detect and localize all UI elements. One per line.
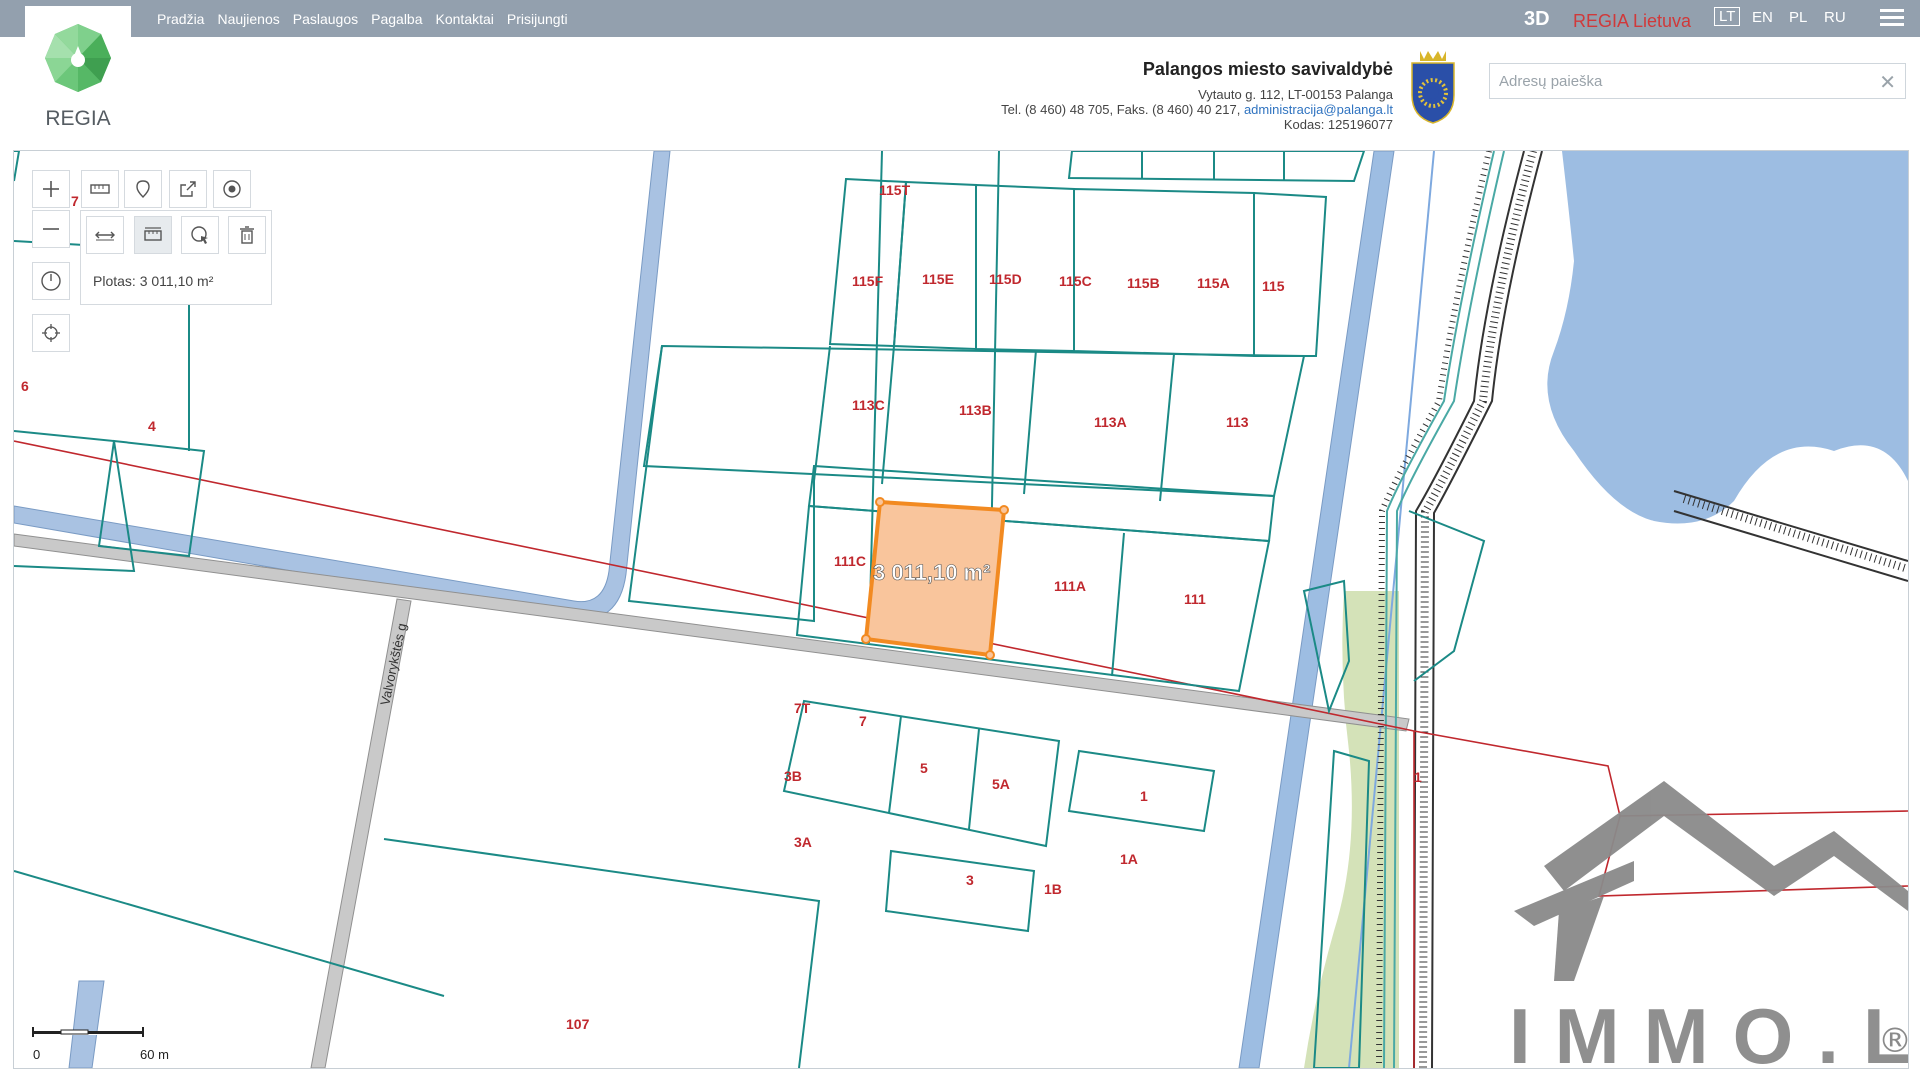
arrows-horizontal-icon [95, 231, 115, 241]
nav-item-naujienos[interactable]: Naujienos [217, 11, 279, 27]
cursor-globe-icon [191, 226, 208, 244]
municipality-code: Kodas: 125196077 [1283, 117, 1393, 132]
parcel-label: 5A [992, 776, 1010, 792]
small-road [68, 980, 105, 1068]
nav-item-prisijungti[interactable]: Prisijungti [507, 11, 568, 27]
watermark-logo-icon [1514, 781, 1908, 981]
parcel-label: 1 [1140, 788, 1148, 804]
address-search-input[interactable] [1490, 64, 1859, 98]
plus-icon [43, 181, 59, 197]
measure-line-button[interactable] [86, 216, 124, 254]
zoom-in-button[interactable] [32, 170, 70, 208]
parcel-label: 4 [148, 418, 156, 434]
hamburger-menu-icon[interactable] [1880, 9, 1904, 29]
nav-item-kontaktai[interactable]: Kontaktai [436, 11, 494, 27]
parcel-label: 111A [1054, 578, 1086, 594]
map-layer: 115T 115F 115E 115D 115C 115B 115A 115 1… [14, 151, 1908, 1068]
parcel-label: 3B [784, 768, 802, 784]
watermark-text: IMMO.LT [1509, 992, 1908, 1069]
parcel-label: 113C [852, 397, 885, 413]
parcel-label: 115F [852, 273, 884, 289]
share-button[interactable] [169, 170, 207, 208]
lang-pl[interactable]: PL [1789, 9, 1807, 26]
parcel-label: 1A [1120, 851, 1138, 867]
parcel-label: 115D [989, 271, 1022, 287]
main-nav: Pradžia Naujienos Paslaugos Pagalba Kont… [157, 0, 581, 37]
parcel-label: 3A [794, 834, 812, 850]
marker-button[interactable] [124, 170, 162, 208]
zoom-out-button[interactable] [32, 210, 70, 248]
clock-icon [41, 271, 61, 291]
municipality-phone: Tel. (8 460) 48 705, Faks. (8 460) 40 21… [1001, 102, 1241, 117]
address-search: ✕ [1489, 63, 1906, 99]
logo-text: REGIA [45, 107, 111, 130]
parcel-label: 115C [1059, 273, 1092, 289]
municipality-email[interactable]: administracija@palanga.lt [1244, 102, 1393, 117]
parcel-label: 1B [1044, 881, 1062, 897]
measure-area-value: Plotas: 3 011,10 m² [93, 273, 214, 289]
parcel-label: 107 [566, 1016, 590, 1032]
3d-button[interactable]: 3D [1524, 8, 1550, 31]
nav-item-pradzia[interactable]: Pradžia [157, 11, 204, 27]
history-button[interactable] [32, 262, 70, 300]
selected-area-label: 3 011,10 m² [873, 560, 990, 585]
target-icon [223, 180, 241, 198]
parcel-label: 113 [1226, 414, 1249, 430]
parcel-label: 111C [834, 553, 866, 569]
parcel-label: 113A [1094, 414, 1127, 430]
scale-end-label: 60 m [140, 1047, 169, 1062]
regia-logo-icon [45, 24, 111, 92]
lang-lt[interactable]: LT [1714, 7, 1741, 26]
close-icon[interactable]: ✕ [1879, 70, 1896, 94]
locate-button[interactable] [32, 314, 70, 352]
lang-ru[interactable]: RU [1824, 9, 1846, 26]
nav-item-paslaugos[interactable]: Paslaugos [293, 11, 358, 27]
parcel-label: 1 [1414, 769, 1422, 785]
municipality-title: Palangos miesto savivaldybė [1142, 59, 1393, 79]
regia-logo[interactable]: REGIA [25, 6, 131, 130]
lake [1547, 151, 1908, 524]
grey-road [14, 533, 1410, 732]
parcel-label: 5 [920, 760, 928, 776]
municipality-address: Vytauto g. 112, LT-00153 Palanga [1198, 87, 1393, 102]
parcel-label: 115 [1262, 278, 1285, 294]
street-label: Valvorykštės g [377, 622, 409, 707]
parcel-label: 115T [879, 182, 911, 198]
regia-lietuva-link[interactable]: REGIA Lietuva [1573, 11, 1691, 32]
parcel-label: 115B [1127, 275, 1160, 291]
select-tool-button[interactable] [181, 216, 219, 254]
parcel-label: 6 [21, 378, 29, 394]
trash-icon [240, 226, 254, 244]
coat-of-arms-icon [1411, 51, 1455, 124]
measure-area-button[interactable] [134, 216, 172, 254]
parcel-label: 115E [922, 271, 954, 287]
parcel-label: 7 [71, 193, 79, 209]
lang-en[interactable]: EN [1752, 9, 1773, 26]
map-canvas[interactable]: 115T 115F 115E 115D 115C 115B 115A 115 1… [13, 150, 1909, 1069]
minus-icon [43, 228, 59, 230]
share-icon [180, 181, 196, 197]
delete-button[interactable] [228, 216, 266, 254]
vertex-handle[interactable] [875, 497, 885, 507]
parcel-label: 7T [794, 700, 811, 716]
ruler-icon [90, 184, 110, 194]
scale-start-label: 0 [33, 1047, 41, 1062]
top-navigation-bar: Pradžia Naujienos Paslaugos Pagalba Kont… [0, 0, 1920, 37]
area-measure-icon [144, 227, 162, 241]
map-pin-icon [136, 180, 150, 198]
point-button[interactable] [213, 170, 251, 208]
measure-button[interactable] [81, 170, 119, 208]
municipality-contacts: Tel. (8 460) 48 705, Faks. (8 460) 40 21… [1001, 102, 1393, 117]
parcel-label: 111 [1184, 591, 1206, 607]
parcel-labels: 115T 115F 115E 115D 115C 115B 115A 115 1… [21, 182, 1422, 1032]
vertex-handle[interactable] [999, 505, 1009, 515]
nav-item-pagalba[interactable]: Pagalba [371, 11, 422, 27]
crosshair-icon [42, 324, 60, 342]
parcel-label: 115A [1197, 275, 1230, 291]
vertex-handle[interactable] [861, 634, 871, 644]
parcel-label: 113B [959, 402, 992, 418]
parcel-label: 7 [859, 713, 867, 729]
vertex-handle[interactable] [985, 650, 995, 660]
parcel-label: 3 [966, 872, 974, 888]
